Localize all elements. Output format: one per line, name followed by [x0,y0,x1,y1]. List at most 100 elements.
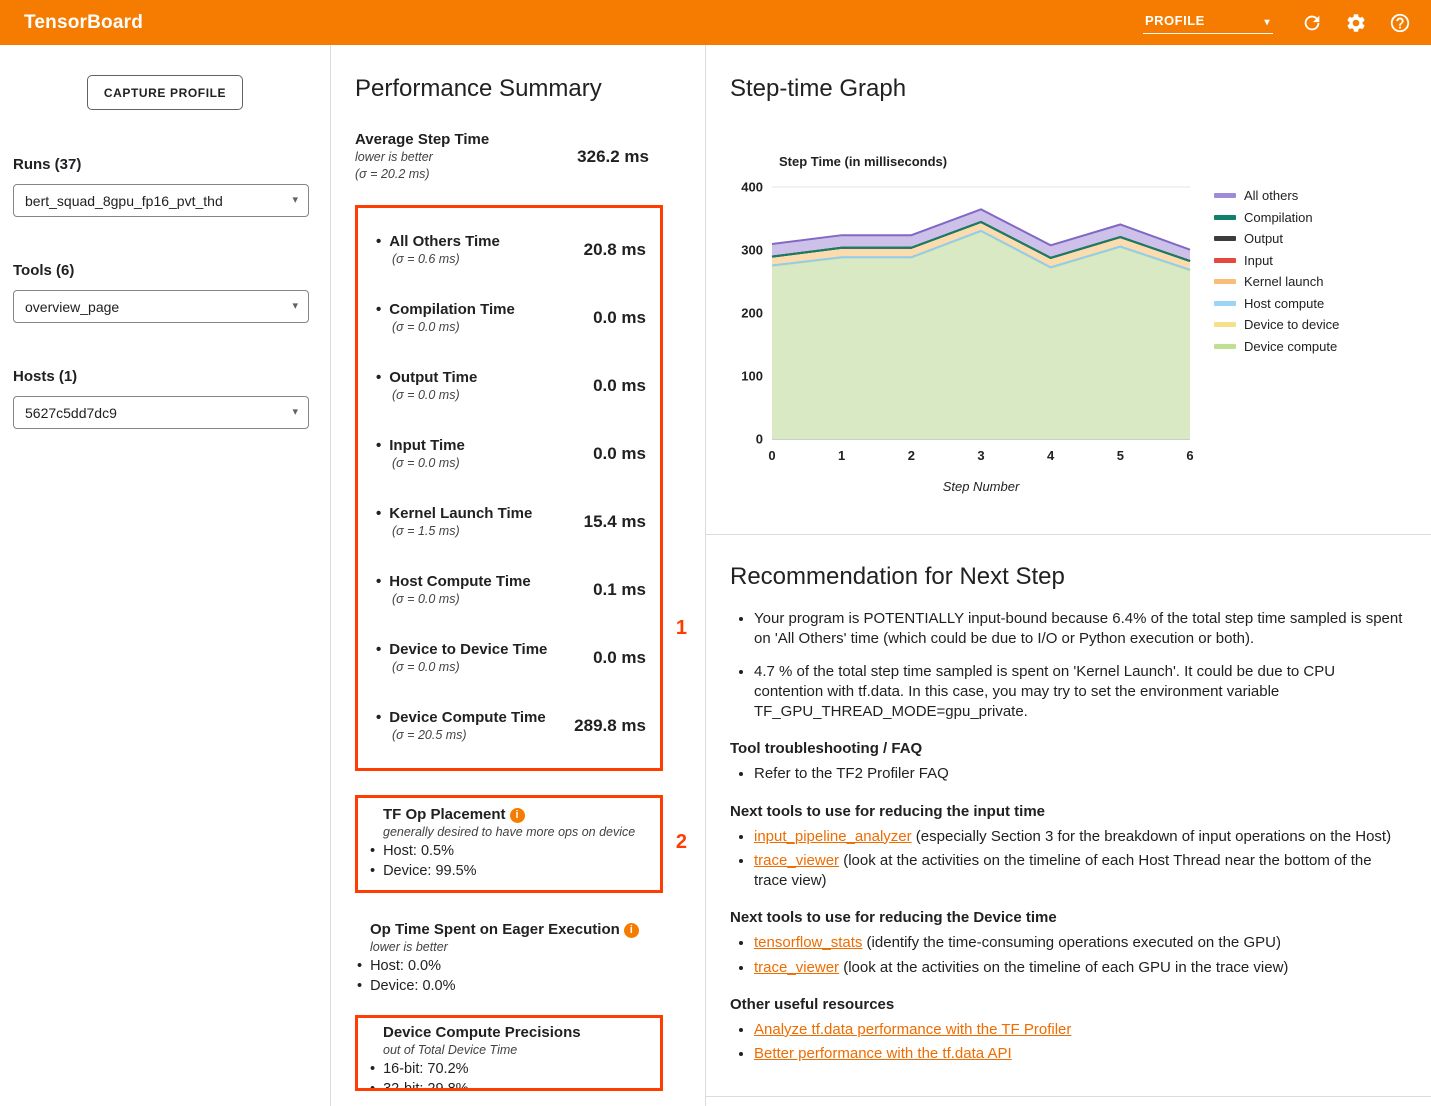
rec-item: trace_viewer (look at the activities on … [754,958,1407,978]
rec-item: trace_viewer (look at the activities on … [754,851,1407,892]
rec-item-text: (look at the activities on the timeline … [839,959,1288,976]
rec-link[interactable]: tensorflow_stats [754,934,862,951]
metric-sigma: (σ = 0.0 ms) [392,320,515,335]
legend-item-host-compute: Host compute [1214,297,1339,310]
metric-value: 0.0 ms [593,376,646,396]
legend-item-compilation: Compilation [1214,211,1339,224]
metric-output-time: •Output Time(σ = 0.0 ms) 0.0 ms [358,352,660,420]
average-step-time-labels: Average Step Time lower is better (σ = 2… [355,131,489,182]
svg-text:4: 4 [1047,448,1055,463]
tools-select[interactable]: overview_page ▾ [13,290,309,323]
eager-subtitle: lower is better [370,940,683,955]
metric-value: 20.8 ms [584,240,646,260]
help-button[interactable] [1381,4,1419,42]
bullet: • [376,709,381,726]
divider [706,1096,1431,1097]
rec-section-heading: Tool troubleshooting / FAQ [730,740,1407,758]
capture-profile-button[interactable]: CAPTURE PROFILE [87,75,243,110]
rec-link[interactable]: Better performance with the tf.data API [754,1045,1012,1062]
dashboard-select-value: PROFILE [1145,13,1205,28]
svg-text:5: 5 [1117,448,1124,463]
metric-sigma: (σ = 20.5 ms) [392,728,546,743]
metric-labels: •Compilation Time(σ = 0.0 ms) [376,301,515,335]
metric-sigma: (σ = 0.0 ms) [392,660,547,675]
metric-note: lower is better [355,150,489,165]
legend-label: Output [1244,232,1283,245]
runs-label: Runs (37) [13,156,309,174]
svg-text:6: 6 [1186,448,1193,463]
info-icon[interactable]: i [510,808,525,823]
eager-title-text: Op Time Spent on Eager Execution [370,921,620,938]
precisions-block: Device Compute Precisions out of Total D… [368,1024,650,1091]
runs-select[interactable]: bert_squad_8gpu_fp16_pvt_thd ▾ [13,184,309,217]
list-item: •16-bit: 70.2% [368,1061,650,1078]
step-time-graph-title: Step-time Graph [730,75,1407,103]
metric-sigma: (σ = 1.5 ms) [392,524,532,539]
legend-swatch [1214,344,1236,349]
rec-item-text: (especially Section 3 for the breakdown … [912,828,1391,845]
legend-label: Compilation [1244,211,1313,224]
legend-item-device-to-device: Device to device [1214,318,1339,331]
rec-section-list: Analyze tf.data performance with the TF … [730,1020,1407,1065]
caret-down-icon: ▾ [292,407,298,418]
metric-label: •Input Time [376,437,465,454]
rec-link[interactable]: trace_viewer [754,852,839,869]
svg-text:3: 3 [977,448,984,463]
rec-link[interactable]: trace_viewer [754,959,839,976]
metric-input-time: •Input Time(σ = 0.0 ms)0.0 ms [358,420,660,488]
metric-sigma: (σ = 0.6 ms) [392,252,500,267]
metric-label: •Device to Device Time [376,641,547,658]
rec-section-list: tensorflow_stats (identify the time-cons… [730,933,1407,978]
recommendation-bullet: 4.7 % of the total step time sampled is … [754,662,1407,723]
metric-labels: •Host Compute Time(σ = 0.0 ms) [376,573,531,607]
help-icon [1389,12,1411,34]
settings-button[interactable] [1337,4,1375,42]
legend-item-device-compute: Device compute [1214,340,1339,353]
list-item: •Device: 99.5% [368,863,650,880]
rec-item-text: (identify the time-consuming operations … [862,934,1281,951]
reload-button[interactable] [1293,4,1331,42]
eager-title: Op Time Spent on Eager Execution i [370,921,683,938]
bullet: • [376,573,381,590]
recommendation-bullet: Your program is POTENTIALLY input-bound … [754,609,1407,650]
rec-link[interactable]: Analyze tf.data performance with the TF … [754,1021,1071,1038]
metric-labels: •All Others Time(σ = 0.6 ms) [376,233,500,267]
hosts-select[interactable]: 5627c5dd7dc9 ▾ [13,396,309,429]
dashboard-select[interactable]: PROFILE ▾ [1143,11,1273,34]
metric-sigma: (σ = 0.0 ms) [392,456,465,471]
metric-sigma: (σ = 0.0 ms) [392,388,477,403]
eager-execution-block: Op Time Spent on Eager Execution i lower … [355,921,683,995]
step-time-chart: 01002003004000123456Step Number [730,177,1198,499]
legend-item-kernel-launch: Kernel launch [1214,275,1339,288]
metric-labels: •Output Time(σ = 0.0 ms) [376,369,477,403]
metrics-list: •All Others Time(σ = 0.6 ms) 20.8 ms •Comp… [358,216,660,760]
legend-swatch [1214,301,1236,306]
legend-swatch [1214,322,1236,327]
svg-text:300: 300 [741,243,763,258]
bullet: • [370,1061,375,1077]
runs-select-value: bert_squad_8gpu_fp16_pvt_thd [25,193,223,209]
rec-item: Better performance with the tf.data API [754,1044,1407,1064]
svg-text:0: 0 [768,448,775,463]
metric-value: 289.8 ms [574,716,646,736]
tf-op-placement-subtitle: generally desired to have more ops on de… [383,825,650,840]
metric-sigma: (σ = 0.0 ms) [392,592,531,607]
topbar-actions: PROFILE ▾ [1143,4,1419,42]
tools-label: Tools (6) [13,262,309,280]
metric-value: 0.0 ms [593,308,646,328]
svg-text:0: 0 [756,432,763,447]
tf-op-placement-title-text: TF Op Placement [383,806,506,823]
metric-host-compute-time: •Host Compute Time(σ = 0.0 ms)0.1 ms [358,556,660,624]
rec-link[interactable]: input_pipeline_analyzer [754,828,912,845]
metric-compilation-time: •Compilation Time(σ = 0.0 ms) 0.0 ms [358,284,660,352]
metric-sigma: (σ = 20.2 ms) [355,167,489,182]
bullet: • [357,978,362,994]
recommendation-title: Recommendation for Next Step [730,563,1407,591]
metric-value: 326.2 ms [577,147,649,167]
rec-item: Analyze tf.data performance with the TF … [754,1020,1407,1040]
bullet: • [370,863,375,879]
caret-down-icon: ▾ [292,195,298,206]
list-item: •Host: 0.5% [368,843,650,860]
info-icon[interactable]: i [624,923,639,938]
rec-section-heading: Other useful resources [730,996,1407,1014]
